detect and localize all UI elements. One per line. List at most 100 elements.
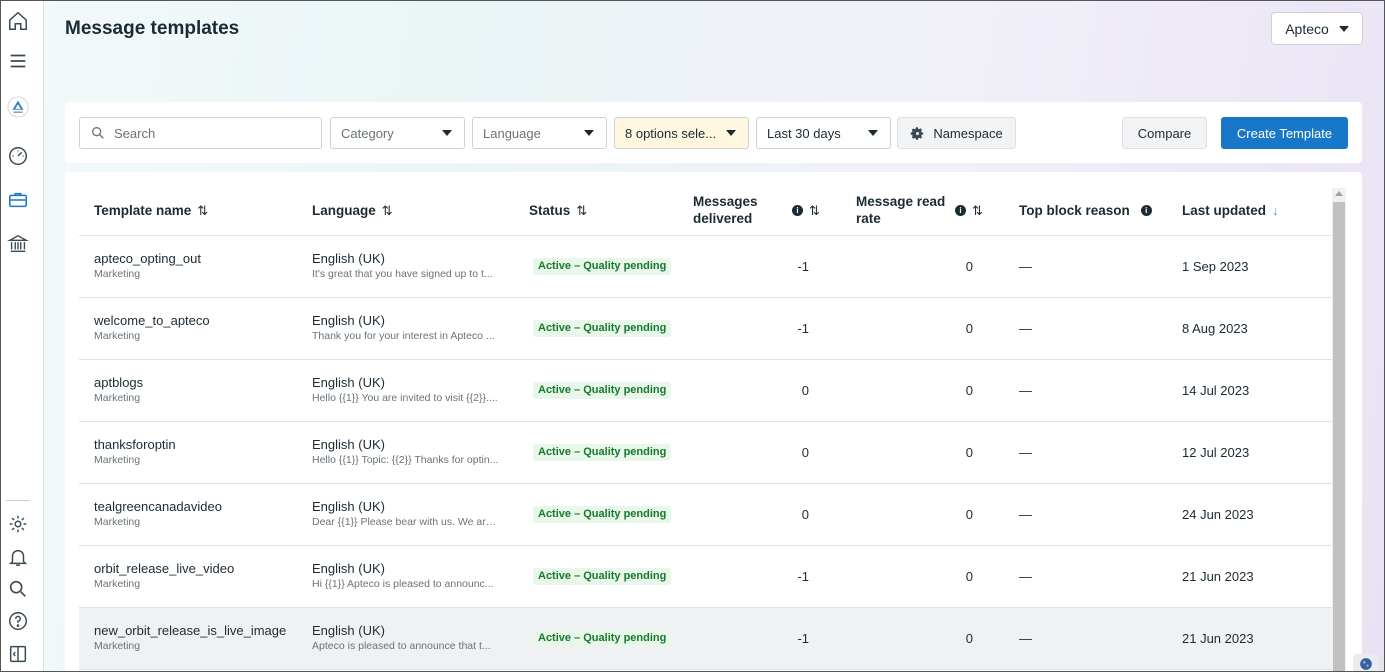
template-name[interactable]: new_orbit_release_is_live_image	[94, 623, 286, 638]
bell-icon[interactable]	[6, 545, 30, 569]
sort-desc-icon[interactable]: ↓	[1272, 202, 1279, 219]
date-range-label: Last 30 days	[767, 125, 841, 141]
template-preview: Hello {{1}} You are invited to visit {{2…	[312, 392, 498, 404]
scroll-up-arrow[interactable]	[1335, 191, 1343, 196]
block-reason-value: —	[1019, 259, 1032, 274]
template-category: Marketing	[94, 516, 141, 528]
menu-icon[interactable]	[6, 49, 30, 73]
vertical-scrollbar[interactable]	[1332, 188, 1346, 672]
status-badge: Active – Quality pending	[533, 320, 672, 337]
help-icon[interactable]	[6, 609, 30, 633]
briefcase-icon[interactable]	[6, 188, 30, 212]
language-cell: English (UK) Apteco is pleased to announ…	[312, 623, 504, 652]
template-preview: Hello {{1}} Topic: {{2}} Thanks for opti…	[312, 454, 499, 466]
last-updated-value: 24 Jun 2023	[1182, 507, 1254, 522]
search-icon[interactable]	[6, 577, 30, 601]
column-header-last-updated[interactable]: Last updated ↓	[1182, 184, 1279, 236]
column-header-template-name[interactable]: Template name ⇅	[94, 184, 208, 236]
institution-icon[interactable]	[6, 232, 30, 256]
template-language: English (UK)	[312, 561, 385, 576]
template-preview: Apteco is pleased to announce that t...	[312, 640, 491, 652]
last-updated-value: 21 Jun 2023	[1182, 569, 1254, 584]
last-updated-value: 21 Jun 2023	[1182, 631, 1254, 646]
template-name[interactable]: thanksforoptin	[94, 437, 176, 452]
read-rate-value: 0	[965, 259, 973, 274]
search-input[interactable]	[114, 125, 314, 141]
sort-icon[interactable]: ⇅	[972, 202, 983, 219]
template-name[interactable]: orbit_release_live_video	[94, 561, 234, 576]
template-name[interactable]: apteco_opting_out	[94, 251, 201, 266]
table-row[interactable]: tealgreencanadavideo Marketing English (…	[79, 484, 1332, 546]
column-header-language[interactable]: Language ⇅	[312, 184, 393, 236]
template-preview: It's great that you have signed up to t.…	[312, 268, 493, 280]
column-header-status[interactable]: Status ⇅	[529, 184, 587, 236]
namespace-button[interactable]: Namespace	[897, 117, 1016, 149]
template-name[interactable]: tealgreencanadavideo	[94, 499, 222, 514]
template-language: English (UK)	[312, 499, 385, 514]
category-dropdown[interactable]: Category	[330, 117, 465, 149]
settings-icon[interactable]	[6, 512, 30, 536]
template-name-cell[interactable]: thanksforoptin Marketing	[94, 437, 176, 466]
last-updated-value: 1 Sep 2023	[1182, 259, 1249, 274]
messages-delivered-value: -1	[797, 321, 809, 336]
compare-button[interactable]: Compare	[1122, 117, 1207, 149]
sort-icon[interactable]: ⇅	[809, 202, 820, 219]
namespace-label: Namespace	[933, 125, 1003, 141]
globe-icon[interactable]	[1353, 654, 1379, 672]
template-category: Marketing	[94, 392, 141, 404]
table-row[interactable]: orbit_release_live_video Marketing Engli…	[79, 546, 1332, 608]
template-name[interactable]: aptblogs	[94, 375, 143, 390]
language-cell: English (UK) Hello {{1}} You are invited…	[312, 375, 504, 404]
info-icon[interactable]: i	[955, 204, 966, 216]
sidebar-toggle-icon[interactable]	[6, 642, 30, 666]
status-badge: Active – Quality pending	[533, 382, 672, 399]
account-selector[interactable]: Apteco	[1271, 12, 1363, 45]
template-name-cell[interactable]: new_orbit_release_is_live_image Marketin…	[94, 623, 286, 652]
status-filter-dropdown[interactable]: 8 options sele...	[614, 117, 749, 149]
last-updated-value: 12 Jul 2023	[1182, 445, 1250, 460]
template-preview: Dear {{1}} Please bear with us. We are .…	[312, 516, 502, 528]
template-name-cell[interactable]: aptblogs Marketing	[94, 375, 143, 404]
template-name-cell[interactable]: orbit_release_live_video Marketing	[94, 561, 234, 590]
info-icon[interactable]: i	[1140, 204, 1152, 216]
table-row[interactable]: apteco_opting_out Marketing English (UK)…	[79, 236, 1332, 298]
sort-icon[interactable]: ⇅	[197, 202, 208, 219]
template-preview: Hi {{1}} Apteco is pleased to announc...	[312, 578, 494, 590]
read-rate-value: 0	[965, 383, 973, 398]
template-category: Marketing	[94, 454, 141, 466]
template-name-cell[interactable]: tealgreencanadavideo Marketing	[94, 499, 222, 528]
home-icon[interactable]	[6, 9, 30, 33]
table-row[interactable]: welcome_to_apteco Marketing English (UK)…	[79, 298, 1332, 360]
search-box[interactable]	[79, 117, 322, 149]
status-badge: Active – Quality pending	[533, 258, 672, 275]
messages-delivered-value: -1	[797, 259, 809, 274]
sort-icon[interactable]: ⇅	[382, 202, 393, 219]
dashboard-gauge-icon[interactable]	[6, 144, 30, 168]
column-header-message-read-rate[interactable]: Message read rate i ⇅	[856, 184, 983, 236]
read-rate-value: 0	[965, 569, 973, 584]
apteco-logo[interactable]	[6, 95, 30, 119]
sort-icon[interactable]: ⇅	[576, 202, 587, 219]
table-header: Template name ⇅ Language ⇅ Status ⇅ Message…	[79, 184, 1332, 236]
column-header-messages-delivered[interactable]: Messages delivered i ⇅	[693, 184, 820, 236]
block-reason-value: —	[1019, 383, 1032, 398]
table-row[interactable]: aptblogs Marketing English (UK) Hello {{…	[79, 360, 1332, 422]
column-header-top-block-reason[interactable]: Top block reason i	[1019, 184, 1152, 236]
table-row[interactable]: new_orbit_release_is_live_image Marketin…	[79, 608, 1332, 670]
status-filter-label: 8 options sele...	[625, 125, 717, 141]
template-name-cell[interactable]: apteco_opting_out Marketing	[94, 251, 201, 280]
info-icon[interactable]: i	[792, 204, 803, 216]
language-dropdown[interactable]: Language	[472, 117, 607, 149]
read-rate-value: 0	[965, 445, 973, 460]
block-reason-value: —	[1019, 569, 1032, 584]
scroll-thumb[interactable]	[1333, 202, 1345, 672]
language-cell: English (UK) Thank you for your interest…	[312, 313, 504, 342]
date-range-dropdown[interactable]: Last 30 days	[756, 117, 891, 149]
create-template-button[interactable]: Create Template	[1221, 117, 1348, 149]
table-row[interactable]: thanksforoptin Marketing English (UK) He…	[79, 422, 1332, 484]
template-language: English (UK)	[312, 437, 385, 452]
gear-icon	[910, 126, 924, 140]
template-name[interactable]: welcome_to_apteco	[94, 313, 210, 328]
language-cell: English (UK) Hi {{1}} Apteco is pleased …	[312, 561, 504, 590]
template-name-cell[interactable]: welcome_to_apteco Marketing	[94, 313, 210, 342]
